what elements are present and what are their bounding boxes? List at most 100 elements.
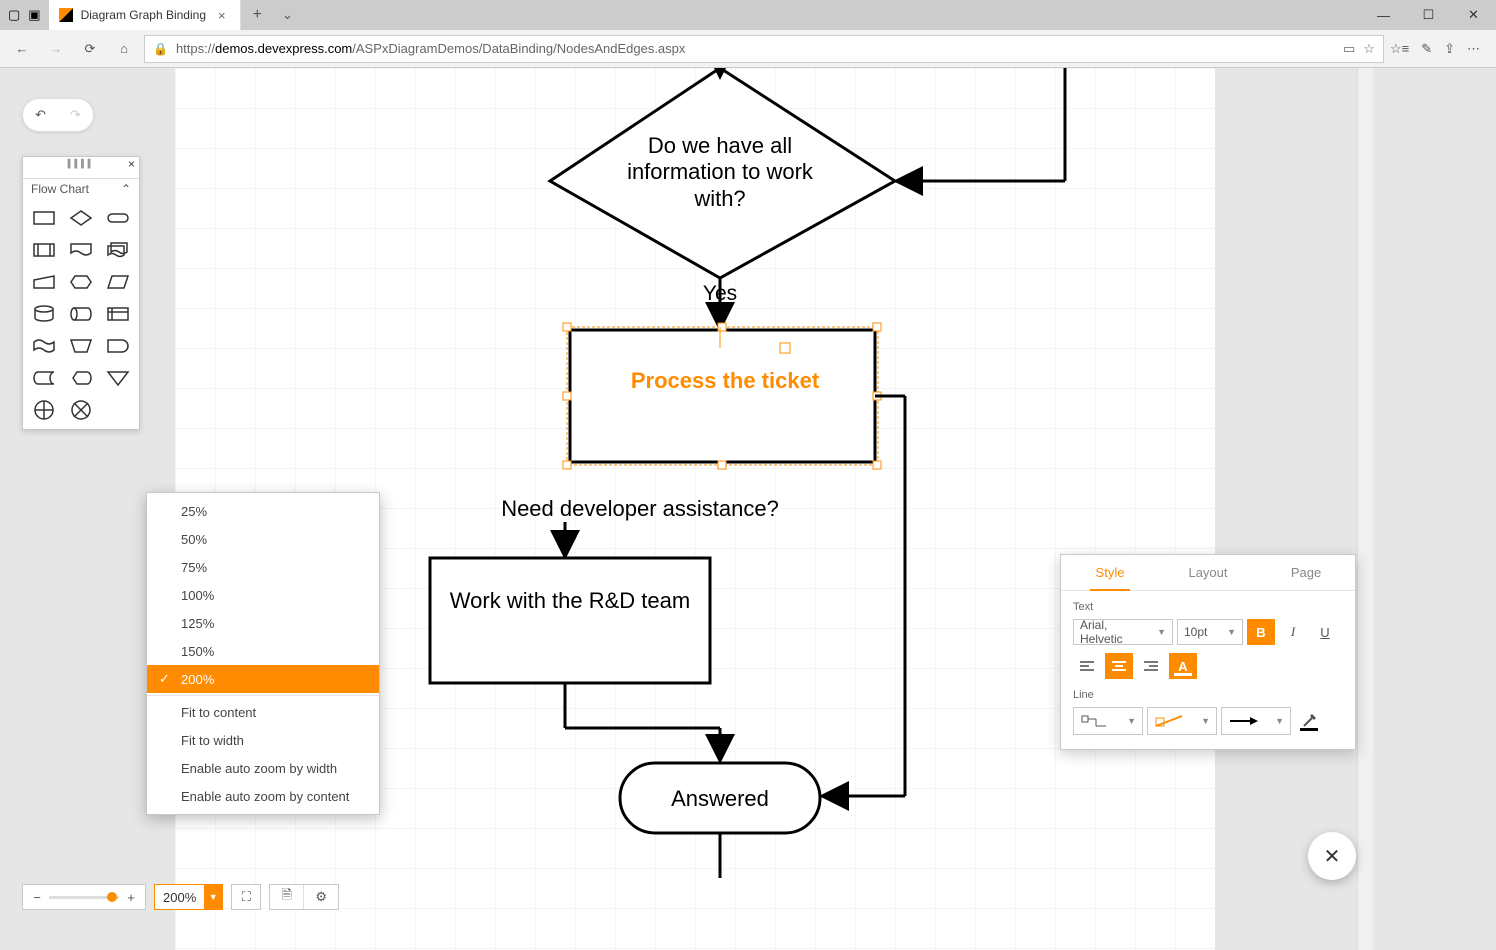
zoom-item[interactable]: 25% bbox=[147, 497, 379, 525]
zoom-slider[interactable] bbox=[49, 896, 119, 899]
zoom-item-selected[interactable]: 200% bbox=[147, 665, 379, 693]
favorite-icon[interactable]: ☆ bbox=[1363, 41, 1375, 57]
zoom-item[interactable]: Enable auto zoom by content bbox=[147, 782, 379, 810]
browser-tab[interactable]: Diagram Graph Binding × bbox=[49, 0, 241, 30]
shape-grid bbox=[23, 199, 139, 429]
zoom-slider-thumb[interactable] bbox=[107, 892, 117, 902]
shape-data[interactable] bbox=[102, 269, 133, 295]
decision-text: Do we have all information to work with? bbox=[605, 133, 835, 212]
zoom-item[interactable]: Enable auto zoom by width bbox=[147, 754, 379, 782]
line-start-select[interactable]: ▼ bbox=[1073, 707, 1143, 735]
line-dash-select[interactable]: ▼ bbox=[1147, 707, 1217, 735]
shape-preparation[interactable] bbox=[66, 269, 97, 295]
line-section-label: Line bbox=[1061, 679, 1355, 707]
shape-multi-doc[interactable] bbox=[102, 237, 133, 263]
new-tab-button[interactable]: + bbox=[241, 6, 274, 24]
align-left-button[interactable] bbox=[1073, 653, 1101, 679]
collapse-icon[interactable]: ⌃ bbox=[121, 182, 131, 196]
browser-right-icons: ☆≡ ✎ ⇪ ⋯ bbox=[1390, 41, 1480, 57]
zoom-item[interactable]: 100% bbox=[147, 581, 379, 609]
more-icon[interactable]: ⋯ bbox=[1467, 41, 1480, 57]
shape-sum[interactable] bbox=[66, 397, 97, 423]
zoom-item[interactable]: Fit to content bbox=[147, 698, 379, 726]
tab-layout[interactable]: Layout bbox=[1159, 555, 1257, 590]
redo-button[interactable]: ↷ bbox=[70, 107, 81, 123]
export-button[interactable]: 🗎 bbox=[270, 885, 304, 909]
app-icon: ▢ bbox=[8, 7, 20, 23]
minimize-button[interactable]: — bbox=[1361, 0, 1406, 30]
tab-page[interactable]: Page bbox=[1257, 555, 1355, 590]
shape-paper-tape[interactable] bbox=[29, 333, 60, 359]
zoom-out-button[interactable]: − bbox=[29, 890, 45, 905]
reading-view-icon[interactable]: ▭ bbox=[1343, 41, 1355, 57]
shape-internal-storage[interactable] bbox=[102, 301, 133, 327]
forward-button[interactable]: → bbox=[42, 35, 70, 63]
zoom-in-button[interactable]: + bbox=[123, 890, 139, 905]
shape-document[interactable] bbox=[66, 237, 97, 263]
line-end-select[interactable]: ▼ bbox=[1221, 707, 1291, 735]
zoom-item[interactable]: 50% bbox=[147, 525, 379, 553]
shape-stored-data[interactable] bbox=[29, 365, 60, 391]
rotate-handle[interactable] bbox=[780, 343, 790, 353]
shape-predefined[interactable] bbox=[29, 237, 60, 263]
shape-display[interactable] bbox=[66, 365, 97, 391]
tab-chevron-icon[interactable]: ⌄ bbox=[274, 7, 301, 23]
font-size-select[interactable]: 10pt▼ bbox=[1177, 619, 1243, 645]
zoom-item[interactable]: 125% bbox=[147, 609, 379, 637]
bottom-icon-pair: 🗎 ⚙ bbox=[269, 884, 339, 910]
zoom-slider-group: − + bbox=[22, 884, 146, 910]
shape-diamond[interactable] bbox=[66, 205, 97, 231]
zoom-item[interactable]: 75% bbox=[147, 553, 379, 581]
notes-icon[interactable]: ✎ bbox=[1421, 41, 1432, 57]
settings-button[interactable]: ⚙ bbox=[304, 885, 338, 909]
panel-close[interactable]: × bbox=[128, 157, 135, 171]
tab-close-icon[interactable]: × bbox=[214, 8, 230, 23]
zoom-item[interactable]: Fit to width bbox=[147, 726, 379, 754]
font-family-select[interactable]: Arial, Helvetic▼ bbox=[1073, 619, 1173, 645]
bottom-toolbar: − + 200% ▼ ⛶ 🗎 ⚙ bbox=[22, 884, 339, 910]
bold-button[interactable]: B bbox=[1247, 619, 1275, 645]
canvas-scrollbar[interactable] bbox=[1357, 68, 1373, 950]
grip-icon[interactable]: ▌▌▌▌ bbox=[68, 159, 95, 168]
shape-terminator[interactable] bbox=[102, 205, 133, 231]
maximize-button[interactable]: ☐ bbox=[1406, 0, 1451, 30]
shape-panel-header[interactable]: ▌▌▌▌ × bbox=[23, 157, 139, 179]
shape-manual-op[interactable] bbox=[66, 333, 97, 359]
properties-panel[interactable]: Style Layout Page Text Arial, Helvetic▼ … bbox=[1060, 554, 1356, 750]
close-window-button[interactable]: ✕ bbox=[1451, 0, 1496, 30]
font-color-button[interactable]: A bbox=[1169, 653, 1197, 679]
underline-button[interactable]: U bbox=[1311, 619, 1339, 645]
back-button[interactable]: ← bbox=[8, 35, 36, 63]
close-fab[interactable]: ✕ bbox=[1308, 832, 1356, 880]
home-button[interactable]: ⌂ bbox=[110, 35, 138, 63]
zoom-value-box[interactable]: 200% ▼ bbox=[154, 884, 223, 910]
shape-database[interactable] bbox=[29, 301, 60, 327]
zoom-dropdown-toggle[interactable]: ▼ bbox=[204, 885, 222, 909]
fullscreen-button[interactable]: ⛶ bbox=[231, 884, 261, 910]
tab-style[interactable]: Style bbox=[1061, 555, 1159, 590]
zoom-menu[interactable]: 25% 50% 75% 100% 125% 150% 200% Fit to c… bbox=[146, 492, 380, 815]
window-controls: — ☐ ✕ bbox=[1361, 0, 1496, 30]
address-bar[interactable]: 🔒 https://demos.devexpress.com/ASPxDiagr… bbox=[144, 35, 1384, 63]
shape-delay[interactable] bbox=[102, 333, 133, 359]
refresh-button[interactable]: ⟳ bbox=[76, 35, 104, 63]
italic-button[interactable]: I bbox=[1279, 619, 1307, 645]
process-text: Process the ticket bbox=[595, 368, 855, 394]
favorites-icon[interactable]: ☆≡ bbox=[1390, 41, 1409, 57]
app-icon: ▣ bbox=[28, 7, 40, 23]
align-center-button[interactable] bbox=[1105, 653, 1133, 679]
zoom-divider bbox=[147, 695, 379, 696]
shape-manual-input[interactable] bbox=[29, 269, 60, 295]
stroke-color-button[interactable] bbox=[1295, 707, 1323, 735]
shape-harddisk[interactable] bbox=[66, 301, 97, 327]
zoom-item[interactable]: 150% bbox=[147, 637, 379, 665]
shape-or[interactable] bbox=[29, 397, 60, 423]
undo-button[interactable]: ↶ bbox=[35, 107, 46, 123]
shape-panel[interactable]: ▌▌▌▌ × Flow Chart ⌃ bbox=[22, 156, 140, 430]
shape-merge[interactable] bbox=[102, 365, 133, 391]
shape-panel-title-row[interactable]: Flow Chart ⌃ bbox=[23, 179, 139, 199]
align-right-button[interactable] bbox=[1137, 653, 1165, 679]
share-icon[interactable]: ⇪ bbox=[1444, 41, 1455, 57]
shape-rectangle[interactable] bbox=[29, 205, 60, 231]
browser-titlebar: ▢ ▣ Diagram Graph Binding × + ⌄ — ☐ ✕ bbox=[0, 0, 1496, 30]
